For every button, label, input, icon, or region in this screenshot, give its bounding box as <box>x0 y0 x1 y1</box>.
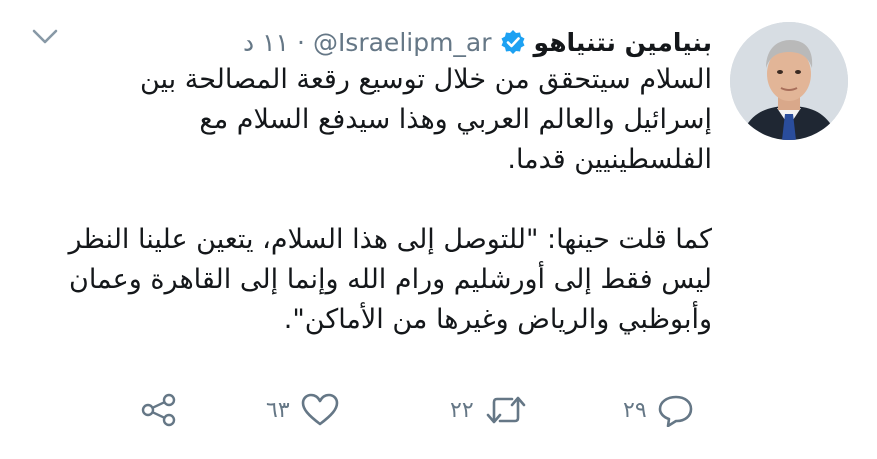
tweet-text-line: ليس فقط إلى أورشليم ورام الله وإنما إلى … <box>69 264 712 295</box>
tweet-text-line: إسرائيل والعالم العربي وهذا سيدفع السلام… <box>199 104 712 135</box>
header-separator: · <box>296 27 305 57</box>
tweet-text: السلام سيتحقق من خلال توسيع رقعة المصالح… <box>52 60 712 340</box>
reply-icon <box>657 393 695 427</box>
like-icon <box>300 393 340 427</box>
like-button[interactable]: ٦٣ <box>266 385 340 435</box>
retweet-icon <box>484 393 528 427</box>
tweet-text-line: كما قلت حينها: "للتوصل إلى هذا السلام، ي… <box>68 224 712 255</box>
share-button[interactable] <box>140 385 178 435</box>
author-name[interactable]: بنيامين نتنياهو <box>534 28 712 57</box>
tweet-text-line: السلام سيتحقق من خلال توسيع رقعة المصالح… <box>139 64 712 95</box>
like-count: ٦٣ <box>266 397 290 423</box>
reply-count: ٢٩ <box>623 397 647 423</box>
tweet-text-line: الفلسطينيين قدما. <box>507 144 712 175</box>
tweet[interactable]: بنيامين نتنياهو @Israelipm_ar · ١١ د الس… <box>0 0 877 459</box>
share-icon <box>140 393 178 427</box>
tweet-text-line: وأبوظبي والرياض وغيرها من الأماكن". <box>283 304 712 335</box>
tweet-actions: ٢٩ ٢٢ ٦٣ <box>0 385 877 435</box>
retweet-button[interactable]: ٢٢ <box>450 385 528 435</box>
verified-badge-icon <box>500 29 526 55</box>
avatar[interactable] <box>730 22 848 140</box>
avatar-portrait-icon <box>730 22 848 140</box>
tweet-time[interactable]: ١١ د <box>243 28 289 57</box>
reply-button[interactable]: ٢٩ <box>623 385 695 435</box>
retweet-count: ٢٢ <box>450 397 474 423</box>
author-handle[interactable]: @Israelipm_ar <box>313 28 492 57</box>
tweet-header: بنيامين نتنياهو @Israelipm_ar · ١١ د <box>243 22 712 62</box>
chevron-down-icon[interactable] <box>30 26 60 48</box>
